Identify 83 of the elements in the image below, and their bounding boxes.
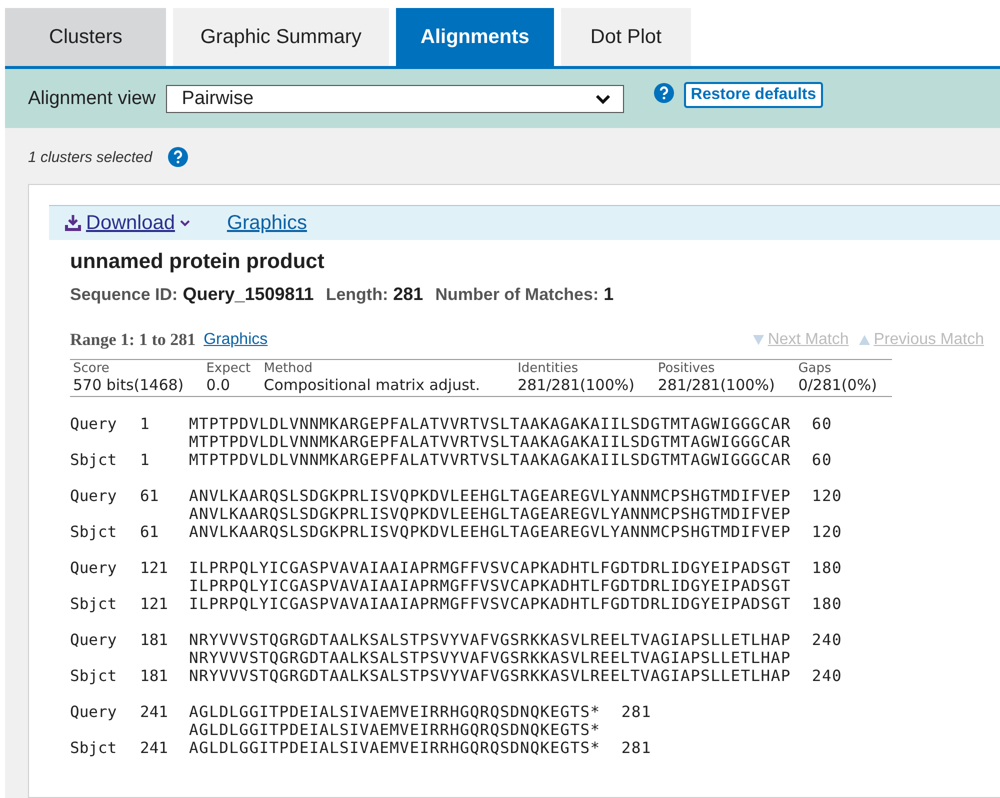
caret-icon: [178, 219, 191, 227]
chevron-down-icon: [594, 94, 611, 104]
range-label: Range 1: 1 to 281: [70, 330, 196, 350]
up-triangle-icon: [858, 335, 870, 345]
sequence-text: MTPTPDVLDLVNNMKARGEPFALATVVRTVSLTAAKAGAKAIILSDGTMTAGWIGGGCAR: [189, 451, 791, 469]
sequence-label: Sbjct: [70, 739, 118, 757]
sequence-start: 1: [140, 415, 150, 433]
sequence-label: Query: [70, 415, 118, 433]
sequence-end: 60: [812, 415, 832, 433]
sequence-text: ANVLKAARQSLSDGKPRLISVQPKDVLEEHGLTAGEAREGVLYANNMCPSHGTMDIFVEP: [189, 523, 791, 541]
meta-label: Number of Matches:: [435, 285, 599, 305]
range-graphics-link[interactable]: Graphics: [204, 331, 268, 349]
sequence-text: NRYVVVSTQGRGDTAALKSALSTPSVYVAFVGSRKKASVLREELTVAGIAPSLLETLHAP: [189, 631, 791, 649]
meta-value: 1: [604, 284, 614, 305]
sequence-label: Sbjct: [70, 667, 118, 685]
down-triangle-icon: [752, 335, 764, 345]
sequence-start: 61: [140, 487, 160, 505]
match-midline: MTPTPDVLDLVNNMKARGEPFALATVVRTVSLTAAKAGAKAIILSDGTMTAGWIGGGCAR: [189, 433, 791, 451]
match-midline: AGLDLGGITPDEIALSIVAEMVEIRRHGQRQSDNQKEGTS*: [189, 721, 600, 739]
sequence-label: Query: [70, 487, 118, 505]
sequence-text: ANVLKAARQSLSDGKPRLISVQPKDVLEEHGLTAGEAREGVLYANNMCPSHGTMDIFVEP: [189, 487, 791, 505]
stats-header: Score: [70, 360, 204, 376]
sequence-end: 120: [812, 523, 842, 541]
tab[interactable]: Clusters: [5, 8, 166, 66]
sequence-start: 241: [140, 739, 169, 757]
sequence-end: 180: [812, 559, 842, 577]
sequence-end: 281: [621, 739, 652, 757]
sequence-start: 241: [140, 703, 169, 721]
sequence-label: Sbjct: [70, 523, 118, 541]
sequence-text: MTPTPDVLDLVNNMKARGEPFALATVVRTVSLTAAKAGAKAIILSDGTMTAGWIGGGCAR: [189, 415, 791, 433]
stats-cell: 0.0: [203, 376, 261, 396]
stats-header: Method: [260, 360, 515, 376]
stats-cell: Compositional matrix adjust.: [260, 376, 515, 396]
sequence-label: Sbjct: [70, 595, 118, 613]
graphics-link[interactable]: Graphics: [226, 212, 307, 234]
sequence-label: Query: [70, 631, 118, 649]
match-midline: ANVLKAARQSLSDGKPRLISVQPKDVLEEHGLTAGEAREGVLYANNMCPSHGTMDIFVEP: [189, 505, 791, 523]
stats-header: Identities: [514, 360, 655, 376]
sequence-text: ILPRPQLYICGASPVAVAIAAIAPRMGFFVSVCAPKADHTLFGDTDRLIDGYEIPADSGT: [189, 559, 791, 577]
sequence-end: 240: [812, 667, 842, 685]
sequence-text: NRYVVVSTQGRGDTAALKSALSTPSVYVAFVGSRKKASVLREELTVAGIAPSLLETLHAP: [189, 667, 791, 685]
meta-label: Sequence ID:: [70, 285, 178, 305]
sequence-text: AGLDLGGITPDEIALSIVAEMVEIRRHGQRQSDNQKEGTS*: [189, 739, 600, 757]
restore-defaults-button[interactable]: Restore defaults: [684, 82, 824, 108]
selection-note: 1 clusters selected: [28, 148, 152, 166]
stats-cell: 281/281(100%): [514, 376, 655, 396]
protein-title: unnamed protein product: [70, 250, 326, 274]
sequence-end: 281: [621, 703, 652, 721]
meta-value: Query_1509811: [182, 284, 314, 305]
download-link[interactable]: Download: [64, 212, 191, 234]
stats-cell: 570 bits(1468): [70, 376, 204, 396]
match-midline: NRYVVVSTQGRGDTAALKSALSTPSVYVAFVGSRKKASVLREELTVAGIAPSLLETLHAP: [189, 649, 791, 667]
sequence-start: 61: [140, 523, 160, 541]
tab[interactable]: Alignments: [396, 8, 554, 66]
sequence-end: 180: [812, 595, 842, 613]
sequence-end: 60: [812, 451, 832, 469]
tab[interactable]: Dot Plot: [561, 8, 691, 66]
alignment-view-label: Alignment view: [28, 88, 156, 110]
sequence-start: 121: [140, 559, 169, 577]
match-midline: ILPRPQLYICGASPVAVAIAAIAPRMGFFVSVCAPKADHTLFGDTDRLIDGYEIPADSGT: [189, 577, 791, 595]
stats-cell: 281/281(100%): [654, 376, 796, 396]
sequence-label: Sbjct: [70, 451, 118, 469]
stats-header: Positives: [654, 360, 796, 376]
stats-cell: 0/281(0%): [795, 376, 892, 396]
sequence-label: Query: [70, 559, 118, 577]
meta-value: 281: [393, 284, 424, 305]
sequence-end: 240: [812, 631, 842, 649]
sequence-start: 1: [140, 451, 150, 469]
sequence-end: 120: [812, 487, 842, 505]
alignment-view-select[interactable]: Pairwise: [166, 84, 624, 112]
stats-header: Gaps: [795, 360, 892, 376]
sequence-label: Query: [70, 703, 118, 721]
sequence-start: 181: [140, 667, 169, 685]
help-icon[interactable]: [168, 147, 188, 167]
help-icon[interactable]: [654, 83, 674, 103]
meta-label: Length:: [326, 285, 388, 305]
sequence-text: ILPRPQLYICGASPVAVAIAAIAPRMGFFVSVCAPKADHTLFGDTDRLIDGYEIPADSGT: [189, 595, 791, 613]
sequence-start: 181: [140, 631, 169, 649]
sequence-text: AGLDLGGITPDEIALSIVAEMVEIRRHGQRQSDNQKEGTS*: [189, 703, 600, 721]
tab[interactable]: Graphic Summary: [173, 8, 389, 66]
sequence-start: 121: [140, 595, 169, 613]
download-icon: [64, 214, 82, 232]
stats-header: Expect: [203, 360, 261, 376]
